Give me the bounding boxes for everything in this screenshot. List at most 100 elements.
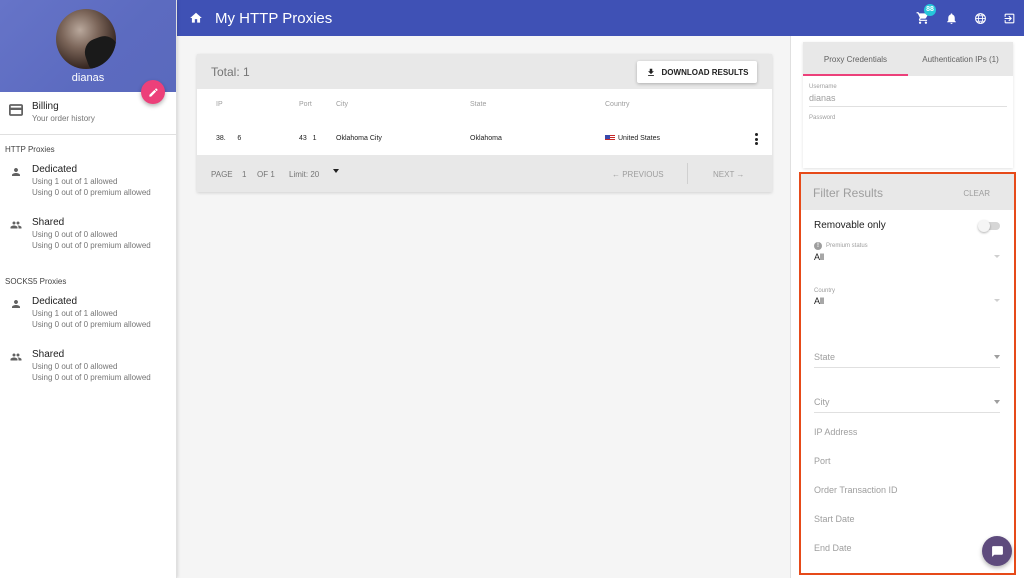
cart-count-badge: 88 bbox=[924, 4, 936, 16]
column-header-city[interactable]: City bbox=[336, 101, 348, 108]
billing-title: Billing bbox=[32, 101, 59, 112]
credentials-tabs: Proxy Credentials Authentication IPs (1) bbox=[803, 42, 1013, 76]
section-title-http: HTTP Proxies bbox=[5, 145, 55, 154]
removable-only-label: Removable only bbox=[814, 220, 886, 231]
billing-subtitle: Your order history bbox=[32, 114, 95, 123]
pencil-icon bbox=[148, 87, 158, 97]
chat-icon bbox=[991, 545, 1003, 557]
info-icon: ! bbox=[814, 242, 822, 250]
order-transaction-id-input[interactable]: Order Transaction ID bbox=[801, 479, 1014, 508]
username-value[interactable]: dianas bbox=[809, 90, 1007, 107]
page-number[interactable]: 1 bbox=[242, 170, 246, 179]
avatar[interactable] bbox=[56, 9, 116, 69]
notifications-button[interactable] bbox=[937, 0, 966, 36]
item-title: Shared bbox=[32, 217, 65, 228]
item-usage: Using 0 out of 0 allowed bbox=[32, 230, 118, 239]
top-actions: 88 bbox=[908, 0, 1024, 36]
state-dropdown[interactable]: State bbox=[814, 350, 1000, 368]
username-field: Username dianas bbox=[803, 84, 1013, 107]
sidebar-item-http-dedicated[interactable]: Dedicated Using 1 out of 1 allowed Using… bbox=[0, 161, 176, 214]
limit-select[interactable]: Limit: 20 bbox=[289, 170, 319, 179]
removable-only-row: Removable only bbox=[801, 220, 1014, 240]
logout-icon bbox=[1004, 13, 1015, 23]
tab-proxy-credentials[interactable]: Proxy Credentials bbox=[803, 42, 908, 76]
column-header-state[interactable]: State bbox=[470, 101, 486, 108]
page-total: OF 1 bbox=[257, 170, 275, 179]
country-value: All bbox=[814, 296, 1000, 306]
ip-address-input[interactable]: IP Address bbox=[801, 421, 1014, 450]
pagination-bar: PAGE 1 OF 1 Limit: 20 ← PREVIOUS NEXT → bbox=[197, 155, 772, 192]
item-title: Shared bbox=[32, 349, 65, 360]
download-label: DOWNLOAD RESULTS bbox=[661, 67, 749, 77]
credit-card-icon bbox=[0, 101, 32, 116]
sidebar: dianas Billing Your order history HTTP P… bbox=[0, 0, 177, 578]
cell-country: United States bbox=[605, 135, 660, 142]
results-header: Total: 1 DOWNLOAD RESULTS bbox=[197, 54, 772, 89]
city-select[interactable]: City bbox=[801, 379, 1014, 413]
person-icon bbox=[0, 164, 32, 214]
person-icon bbox=[0, 296, 32, 346]
home-icon[interactable] bbox=[189, 11, 203, 25]
item-premium-usage: Using 0 out of 0 premium allowed bbox=[32, 320, 151, 329]
port-input[interactable]: Port bbox=[801, 450, 1014, 479]
logout-button[interactable] bbox=[995, 0, 1024, 36]
filter-header: Filter Results CLEAR bbox=[801, 174, 1014, 210]
more-vert-icon[interactable] bbox=[754, 133, 758, 145]
city-placeholder: City bbox=[814, 397, 830, 407]
password-field: Password bbox=[803, 115, 1013, 138]
column-header-port[interactable]: Port bbox=[299, 101, 312, 108]
item-usage: Using 0 out of 0 allowed bbox=[32, 362, 118, 371]
chat-button[interactable] bbox=[982, 536, 1012, 566]
previous-page-button[interactable]: ← PREVIOUS bbox=[612, 170, 664, 179]
cart-button[interactable]: 88 bbox=[908, 0, 937, 36]
premium-status-value: All bbox=[814, 252, 1000, 262]
caret-down-icon bbox=[994, 355, 1000, 359]
country-text: All bbox=[814, 296, 825, 306]
filter-results-panel: Filter Results CLEAR Removable only ! Pr… bbox=[799, 172, 1016, 575]
profile-header: dianas bbox=[0, 0, 176, 92]
top-app-bar: My HTTP Proxies 88 bbox=[177, 0, 1024, 36]
edit-profile-button[interactable] bbox=[141, 80, 165, 104]
item-premium-usage: Using 0 out of 0 premium allowed bbox=[32, 188, 151, 197]
app: dianas Billing Your order history HTTP P… bbox=[0, 0, 1024, 578]
sidebar-item-socks5-dedicated[interactable]: Dedicated Using 1 out of 1 allowed Using… bbox=[0, 293, 176, 346]
globe-icon bbox=[975, 12, 986, 24]
country-name: United States bbox=[618, 135, 661, 142]
item-title: Dedicated bbox=[32, 296, 78, 307]
sidebar-item-http-shared[interactable]: Shared Using 0 out of 0 allowed Using 0 … bbox=[0, 214, 176, 267]
password-value[interactable] bbox=[809, 121, 1007, 138]
filter-title: Filter Results bbox=[813, 186, 884, 200]
city-dropdown[interactable]: City bbox=[814, 395, 1000, 413]
tab-authentication-ips[interactable]: Authentication IPs (1) bbox=[908, 42, 1013, 76]
item-usage: Using 1 out of 1 allowed bbox=[32, 177, 118, 186]
next-page-button[interactable]: NEXT → bbox=[713, 170, 744, 179]
item-premium-usage: Using 0 out of 0 premium allowed bbox=[32, 373, 151, 382]
limit-caret-icon[interactable] bbox=[333, 169, 339, 173]
removable-only-toggle[interactable] bbox=[978, 220, 1000, 232]
column-header-country[interactable]: Country bbox=[605, 101, 630, 108]
bell-icon bbox=[947, 12, 956, 24]
premium-status-label: Premium status bbox=[826, 243, 868, 249]
country-label: Country bbox=[814, 288, 836, 294]
cell-ip: 38. 6 bbox=[216, 135, 242, 142]
people-icon bbox=[0, 217, 32, 267]
item-premium-usage: Using 0 out of 0 premium allowed bbox=[32, 241, 151, 250]
premium-status-select[interactable]: ! Premium status All bbox=[801, 242, 1014, 288]
premium-status-label-row: ! Premium status bbox=[814, 242, 1000, 250]
sidebar-item-socks5-shared[interactable]: Shared Using 0 out of 0 allowed Using 0 … bbox=[0, 346, 176, 399]
clear-filters-button[interactable]: CLEAR bbox=[963, 189, 990, 198]
us-flag-icon bbox=[605, 135, 615, 141]
table-header: IP Port City State Country bbox=[197, 89, 772, 122]
language-button[interactable] bbox=[966, 0, 995, 36]
right-panel: Proxy Credentials Authentication IPs (1)… bbox=[790, 36, 1024, 578]
column-header-ip[interactable]: IP bbox=[216, 101, 223, 108]
results-card: Total: 1 DOWNLOAD RESULTS IP Port City S… bbox=[197, 54, 772, 192]
country-select[interactable]: Country All bbox=[801, 288, 1014, 334]
item-title: Dedicated bbox=[32, 164, 78, 175]
start-date-input[interactable]: Start Date bbox=[801, 508, 1014, 537]
credentials-card: Proxy Credentials Authentication IPs (1)… bbox=[803, 42, 1013, 168]
table-row[interactable]: 38. 6 43 1 Oklahoma City Oklahoma United… bbox=[197, 122, 772, 155]
download-results-button[interactable]: DOWNLOAD RESULTS bbox=[637, 61, 757, 83]
state-select[interactable]: State bbox=[801, 334, 1014, 379]
chevron-down-icon bbox=[994, 255, 1000, 258]
